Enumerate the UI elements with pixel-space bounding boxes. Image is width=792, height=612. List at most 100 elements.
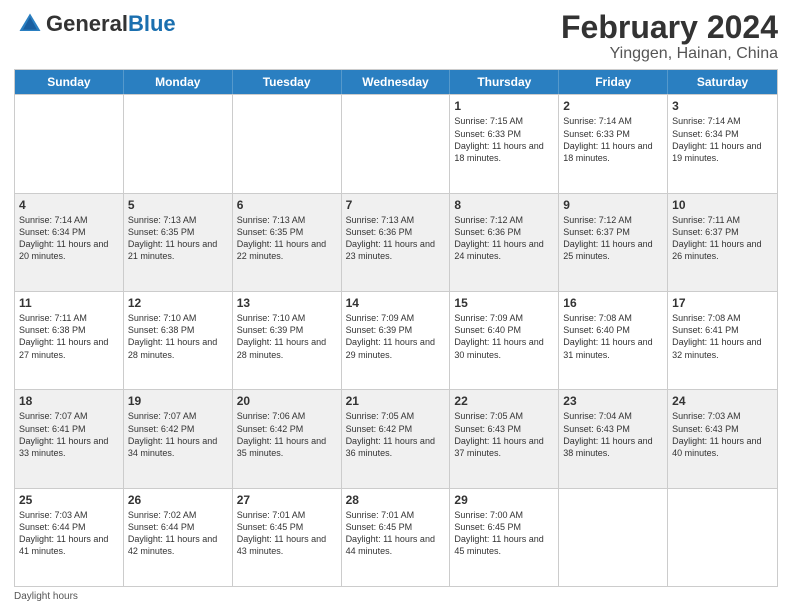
cell-info: Sunrise: 7:14 AM Sunset: 6:33 PM Dayligh… bbox=[563, 115, 663, 164]
cell-info: Sunrise: 7:08 AM Sunset: 6:41 PM Dayligh… bbox=[672, 312, 773, 361]
footer: Daylight hours bbox=[14, 591, 778, 602]
day-number: 21 bbox=[346, 393, 446, 409]
calendar-cell bbox=[559, 489, 668, 586]
calendar-cell: 23Sunrise: 7:04 AM Sunset: 6:43 PM Dayli… bbox=[559, 390, 668, 487]
calendar-cell: 20Sunrise: 7:06 AM Sunset: 6:42 PM Dayli… bbox=[233, 390, 342, 487]
calendar-cell bbox=[342, 95, 451, 192]
day-header-wednesday: Wednesday bbox=[342, 70, 451, 94]
calendar-cell: 16Sunrise: 7:08 AM Sunset: 6:40 PM Dayli… bbox=[559, 292, 668, 389]
cell-info: Sunrise: 7:06 AM Sunset: 6:42 PM Dayligh… bbox=[237, 410, 337, 459]
calendar-cell bbox=[668, 489, 777, 586]
day-number: 28 bbox=[346, 492, 446, 508]
calendar-cell: 4Sunrise: 7:14 AM Sunset: 6:34 PM Daylig… bbox=[15, 194, 124, 291]
day-number: 24 bbox=[672, 393, 773, 409]
calendar-cell: 7Sunrise: 7:13 AM Sunset: 6:36 PM Daylig… bbox=[342, 194, 451, 291]
title-area: February 2024 Yinggen, Hainan, China bbox=[561, 10, 778, 63]
cell-info: Sunrise: 7:14 AM Sunset: 6:34 PM Dayligh… bbox=[19, 214, 119, 263]
logo-general-text: General bbox=[46, 11, 128, 37]
calendar-cell: 2Sunrise: 7:14 AM Sunset: 6:33 PM Daylig… bbox=[559, 95, 668, 192]
day-header-sunday: Sunday bbox=[15, 70, 124, 94]
day-header-monday: Monday bbox=[124, 70, 233, 94]
calendar-cell: 25Sunrise: 7:03 AM Sunset: 6:44 PM Dayli… bbox=[15, 489, 124, 586]
calendar-cell bbox=[233, 95, 342, 192]
calendar-cell: 12Sunrise: 7:10 AM Sunset: 6:38 PM Dayli… bbox=[124, 292, 233, 389]
calendar-cell bbox=[15, 95, 124, 192]
calendar-cell: 14Sunrise: 7:09 AM Sunset: 6:39 PM Dayli… bbox=[342, 292, 451, 389]
calendar-cell: 10Sunrise: 7:11 AM Sunset: 6:37 PM Dayli… bbox=[668, 194, 777, 291]
calendar-cell: 9Sunrise: 7:12 AM Sunset: 6:37 PM Daylig… bbox=[559, 194, 668, 291]
day-number: 16 bbox=[563, 295, 663, 311]
calendar: SundayMondayTuesdayWednesdayThursdayFrid… bbox=[14, 69, 778, 587]
day-number: 15 bbox=[454, 295, 554, 311]
calendar-cell: 5Sunrise: 7:13 AM Sunset: 6:35 PM Daylig… bbox=[124, 194, 233, 291]
cell-info: Sunrise: 7:12 AM Sunset: 6:37 PM Dayligh… bbox=[563, 214, 663, 263]
location-title: Yinggen, Hainan, China bbox=[561, 45, 778, 63]
cell-info: Sunrise: 7:02 AM Sunset: 6:44 PM Dayligh… bbox=[128, 509, 228, 558]
day-header-saturday: Saturday bbox=[668, 70, 777, 94]
logo-blue-text: Blue bbox=[128, 11, 176, 37]
day-number: 10 bbox=[672, 197, 773, 213]
day-header-friday: Friday bbox=[559, 70, 668, 94]
day-number: 23 bbox=[563, 393, 663, 409]
day-header-thursday: Thursday bbox=[450, 70, 559, 94]
cell-info: Sunrise: 7:09 AM Sunset: 6:39 PM Dayligh… bbox=[346, 312, 446, 361]
day-number: 14 bbox=[346, 295, 446, 311]
cell-info: Sunrise: 7:04 AM Sunset: 6:43 PM Dayligh… bbox=[563, 410, 663, 459]
cell-info: Sunrise: 7:08 AM Sunset: 6:40 PM Dayligh… bbox=[563, 312, 663, 361]
header: GeneralBlue February 2024 Yinggen, Haina… bbox=[14, 10, 778, 63]
cell-info: Sunrise: 7:01 AM Sunset: 6:45 PM Dayligh… bbox=[237, 509, 337, 558]
day-header-tuesday: Tuesday bbox=[233, 70, 342, 94]
calendar-cell: 3Sunrise: 7:14 AM Sunset: 6:34 PM Daylig… bbox=[668, 95, 777, 192]
calendar-row: 25Sunrise: 7:03 AM Sunset: 6:44 PM Dayli… bbox=[15, 488, 777, 586]
calendar-row: 11Sunrise: 7:11 AM Sunset: 6:38 PM Dayli… bbox=[15, 291, 777, 389]
calendar-cell: 8Sunrise: 7:12 AM Sunset: 6:36 PM Daylig… bbox=[450, 194, 559, 291]
day-number: 25 bbox=[19, 492, 119, 508]
cell-info: Sunrise: 7:03 AM Sunset: 6:44 PM Dayligh… bbox=[19, 509, 119, 558]
day-number: 2 bbox=[563, 98, 663, 114]
calendar-cell: 26Sunrise: 7:02 AM Sunset: 6:44 PM Dayli… bbox=[124, 489, 233, 586]
calendar-cell: 19Sunrise: 7:07 AM Sunset: 6:42 PM Dayli… bbox=[124, 390, 233, 487]
day-number: 27 bbox=[237, 492, 337, 508]
day-number: 26 bbox=[128, 492, 228, 508]
day-number: 8 bbox=[454, 197, 554, 213]
cell-info: Sunrise: 7:13 AM Sunset: 6:35 PM Dayligh… bbox=[128, 214, 228, 263]
logo: GeneralBlue bbox=[14, 10, 176, 38]
calendar-row: 1Sunrise: 7:15 AM Sunset: 6:33 PM Daylig… bbox=[15, 94, 777, 192]
cell-info: Sunrise: 7:11 AM Sunset: 6:37 PM Dayligh… bbox=[672, 214, 773, 263]
day-number: 12 bbox=[128, 295, 228, 311]
cell-info: Sunrise: 7:11 AM Sunset: 6:38 PM Dayligh… bbox=[19, 312, 119, 361]
cell-info: Sunrise: 7:07 AM Sunset: 6:41 PM Dayligh… bbox=[19, 410, 119, 459]
calendar-cell: 11Sunrise: 7:11 AM Sunset: 6:38 PM Dayli… bbox=[15, 292, 124, 389]
cell-info: Sunrise: 7:07 AM Sunset: 6:42 PM Dayligh… bbox=[128, 410, 228, 459]
cell-info: Sunrise: 7:00 AM Sunset: 6:45 PM Dayligh… bbox=[454, 509, 554, 558]
calendar-cell: 22Sunrise: 7:05 AM Sunset: 6:43 PM Dayli… bbox=[450, 390, 559, 487]
cell-info: Sunrise: 7:13 AM Sunset: 6:35 PM Dayligh… bbox=[237, 214, 337, 263]
cell-info: Sunrise: 7:05 AM Sunset: 6:43 PM Dayligh… bbox=[454, 410, 554, 459]
logo-area: GeneralBlue bbox=[14, 10, 176, 38]
calendar-cell: 27Sunrise: 7:01 AM Sunset: 6:45 PM Dayli… bbox=[233, 489, 342, 586]
day-number: 29 bbox=[454, 492, 554, 508]
calendar-body: 1Sunrise: 7:15 AM Sunset: 6:33 PM Daylig… bbox=[15, 94, 777, 586]
calendar-cell: 29Sunrise: 7:00 AM Sunset: 6:45 PM Dayli… bbox=[450, 489, 559, 586]
day-number: 11 bbox=[19, 295, 119, 311]
day-number: 13 bbox=[237, 295, 337, 311]
day-number: 7 bbox=[346, 197, 446, 213]
day-number: 20 bbox=[237, 393, 337, 409]
cell-info: Sunrise: 7:12 AM Sunset: 6:36 PM Dayligh… bbox=[454, 214, 554, 263]
day-number: 1 bbox=[454, 98, 554, 114]
day-number: 9 bbox=[563, 197, 663, 213]
calendar-cell: 17Sunrise: 7:08 AM Sunset: 6:41 PM Dayli… bbox=[668, 292, 777, 389]
calendar-cell: 13Sunrise: 7:10 AM Sunset: 6:39 PM Dayli… bbox=[233, 292, 342, 389]
calendar-row: 4Sunrise: 7:14 AM Sunset: 6:34 PM Daylig… bbox=[15, 193, 777, 291]
day-number: 6 bbox=[237, 197, 337, 213]
cell-info: Sunrise: 7:15 AM Sunset: 6:33 PM Dayligh… bbox=[454, 115, 554, 164]
footer-text: Daylight hours bbox=[14, 591, 78, 602]
day-number: 19 bbox=[128, 393, 228, 409]
calendar-cell: 18Sunrise: 7:07 AM Sunset: 6:41 PM Dayli… bbox=[15, 390, 124, 487]
calendar-cell: 15Sunrise: 7:09 AM Sunset: 6:40 PM Dayli… bbox=[450, 292, 559, 389]
day-number: 3 bbox=[672, 98, 773, 114]
month-title: February 2024 bbox=[561, 10, 778, 45]
day-number: 17 bbox=[672, 295, 773, 311]
day-number: 22 bbox=[454, 393, 554, 409]
calendar-cell: 24Sunrise: 7:03 AM Sunset: 6:43 PM Dayli… bbox=[668, 390, 777, 487]
